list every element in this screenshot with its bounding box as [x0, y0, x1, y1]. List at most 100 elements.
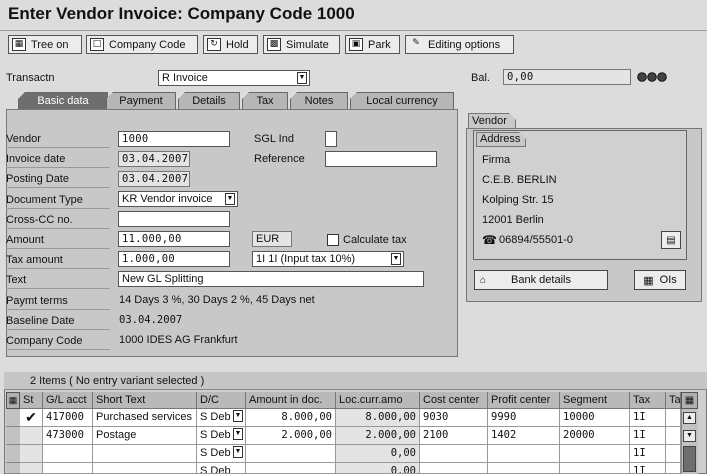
segment-cell[interactable]: 20000	[560, 427, 630, 445]
text-input[interactable]: New GL Splitting	[118, 271, 424, 287]
row-selector[interactable]	[6, 463, 20, 474]
ta-cell[interactable]	[666, 463, 681, 474]
cost-center-cell[interactable]	[420, 445, 488, 463]
column-header[interactable]: Ta	[666, 392, 681, 409]
profit-center-cell[interactable]: 9990	[488, 409, 560, 427]
tax-cell[interactable]: 1I	[630, 445, 666, 463]
amount-cell[interactable]: 2.000,00	[246, 427, 336, 445]
scroll-up-icon[interactable]: ▲	[683, 412, 696, 424]
dc-cell[interactable]: S Deb ▼	[197, 445, 246, 463]
amount-cell[interactable]: 8.000,00	[246, 409, 336, 427]
column-header[interactable]: Cost center	[420, 392, 488, 409]
tab-basic-data[interactable]: Basic data	[18, 92, 108, 109]
row-selector[interactable]	[6, 409, 20, 427]
ta-cell[interactable]	[666, 427, 681, 445]
company-code-button[interactable]: □ Company Code	[86, 35, 198, 54]
profit-center-cell[interactable]	[488, 463, 560, 474]
park-button[interactable]: ▣ Park	[345, 35, 400, 54]
tab-tax[interactable]: Tax	[242, 92, 288, 109]
editing-options-label: Editing options	[428, 38, 501, 51]
dc-cell[interactable]: S Deb ▼	[197, 427, 246, 445]
short-text-cell[interactable]	[93, 463, 197, 474]
tab-payment[interactable]: Payment	[106, 92, 176, 109]
calculate-tax-checkbox[interactable]	[327, 234, 339, 246]
dc-cell[interactable]: S Deb ▼	[197, 409, 246, 427]
vendor-tab[interactable]: Vendor	[468, 113, 516, 129]
dc-cell[interactable]: S Deb	[197, 463, 246, 474]
tax-code-select[interactable]: 1I 1I (Input tax 10%) ▼	[252, 251, 404, 267]
column-header[interactable]: Amount in doc.	[246, 392, 336, 409]
amount-cell[interactable]	[246, 445, 336, 463]
segment-cell[interactable]	[560, 463, 630, 474]
tax-cell[interactable]: 1I	[630, 463, 666, 474]
select-all-icon[interactable]: ▦	[6, 392, 20, 409]
profit-center-cell[interactable]: 1402	[488, 427, 560, 445]
profit-center-cell[interactable]	[488, 445, 560, 463]
reference-label: Reference	[254, 153, 305, 165]
column-header[interactable]: Loc.curr.amo	[336, 392, 420, 409]
cost-center-cell[interactable]: 9030	[420, 409, 488, 427]
gl-account-cell[interactable]	[43, 445, 93, 463]
tab-notes[interactable]: Notes	[290, 92, 348, 109]
local-amount-cell: 0,00	[336, 445, 420, 463]
tax-cell[interactable]: 1I	[630, 409, 666, 427]
ta-cell[interactable]	[666, 409, 681, 427]
column-header[interactable]: Short Text	[93, 392, 197, 409]
amount-input[interactable]: 11.000,00	[118, 231, 230, 247]
transactn-select[interactable]: R Invoice ▼	[158, 70, 310, 86]
address-tab[interactable]: Address	[476, 132, 526, 147]
document-type-select[interactable]: KR Vendor invoice ▼	[118, 191, 238, 207]
table-settings-icon[interactable]: ▦	[681, 392, 698, 409]
tree-on-button[interactable]: ▦ Tree on	[8, 35, 82, 54]
column-header[interactable]: D/C	[197, 392, 246, 409]
scroll-thumb[interactable]	[683, 446, 696, 472]
segment-cell[interactable]: 10000	[560, 409, 630, 427]
scroll-down-icon[interactable]: ▼	[683, 430, 696, 442]
editing-options-button[interactable]: ✎ Editing options	[405, 35, 514, 54]
address-line: 12001 Berlin	[482, 214, 544, 226]
gl-account-cell[interactable]: 417000	[43, 409, 93, 427]
segment-cell[interactable]	[560, 445, 630, 463]
communication-button[interactable]: ▤	[661, 231, 681, 249]
simulate-button[interactable]: ▩ Simulate	[263, 35, 340, 54]
column-header[interactable]: Tax	[630, 392, 666, 409]
column-header[interactable]: St	[20, 392, 43, 409]
hold-button[interactable]: ↻ Hold	[203, 35, 258, 54]
gl-account-cell[interactable]: 473000	[43, 427, 93, 445]
vendor-input[interactable]: 1000	[118, 131, 230, 147]
short-text-cell[interactable]: Purchased services	[93, 409, 197, 427]
simulate-icon: ▩	[267, 38, 281, 51]
dc-value: S Deb	[200, 411, 231, 423]
cross-cc-input[interactable]	[118, 211, 230, 227]
amount-cell[interactable]	[246, 463, 336, 474]
tax-cell[interactable]: 1I	[630, 427, 666, 445]
short-text-cell[interactable]	[93, 445, 197, 463]
local-amount-cell: 2.000,00	[336, 427, 420, 445]
posting-date-input[interactable]: 03.04.2007	[118, 171, 190, 187]
tab-details[interactable]: Details	[178, 92, 240, 109]
invoice-date-input[interactable]: 03.04.2007	[118, 151, 190, 167]
column-header[interactable]: G/L acct	[43, 392, 93, 409]
title-divider	[0, 30, 707, 31]
dropdown-icon: ▼	[233, 446, 243, 458]
row-selector[interactable]	[6, 445, 20, 463]
reference-input[interactable]	[325, 151, 437, 167]
bank-details-button[interactable]: ⌂ Bank details	[474, 270, 608, 290]
row-selector[interactable]	[6, 427, 20, 445]
page-title: Enter Vendor Invoice: Company Code 1000	[8, 4, 355, 23]
pencil-icon: ✎	[412, 38, 420, 48]
tab-local-currency[interactable]: Local currency	[350, 92, 454, 109]
column-header[interactable]: Segment	[560, 392, 630, 409]
posting-date-label: Posting Date	[6, 170, 110, 188]
gl-account-cell[interactable]	[43, 463, 93, 474]
cost-center-cell[interactable]	[420, 463, 488, 474]
column-header[interactable]: Profit center	[488, 392, 560, 409]
open-items-button[interactable]: ▦ OIs	[634, 270, 686, 290]
status-check-icon: ✔	[20, 409, 43, 427]
tax-amount-input[interactable]: 1.000,00	[118, 251, 230, 267]
currency-field[interactable]: EUR	[252, 231, 292, 247]
sgl-ind-input[interactable]	[325, 131, 337, 147]
ta-cell[interactable]	[666, 445, 681, 463]
cost-center-cell[interactable]: 2100	[420, 427, 488, 445]
short-text-cell[interactable]: Postage	[93, 427, 197, 445]
